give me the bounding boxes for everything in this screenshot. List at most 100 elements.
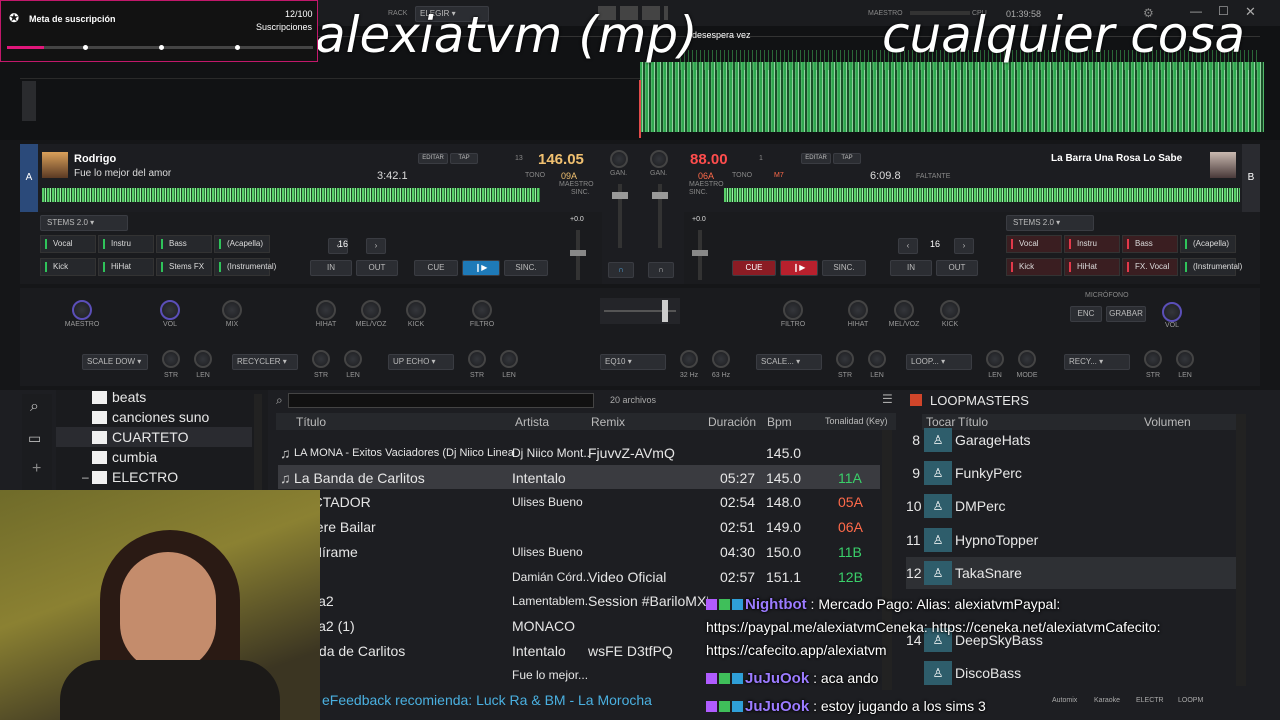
deck-a-sync-button[interactable]: SINC.: [504, 260, 548, 276]
deck-a-out-button[interactable]: OUT: [356, 260, 398, 276]
deck-a-eq-knob-2[interactable]: [406, 300, 426, 320]
volume-a-handle[interactable]: [612, 192, 628, 199]
deck-b-bpm[interactable]: 88.00: [690, 151, 728, 168]
gain-b-knob[interactable]: [650, 150, 668, 168]
fx-row3-knob-0-1[interactable]: [194, 350, 212, 368]
deck-b-pitch-handle[interactable]: [692, 250, 708, 256]
deck-a-play-button[interactable]: ❙▶: [462, 260, 500, 276]
deck-b-stem-6[interactable]: FX. Vocal: [1122, 258, 1178, 276]
fx-knob-0[interactable]: [72, 300, 92, 320]
deck-b-eq-knob-0[interactable]: [783, 300, 803, 320]
deck-a-stem-4[interactable]: Kick: [40, 258, 96, 276]
gain-a-knob[interactable]: [610, 150, 628, 168]
list-item[interactable]: 12 ♙ TakaSnare: [906, 557, 1236, 589]
fx-row3-knob-2-0[interactable]: [468, 350, 486, 368]
deck-b-cue-button[interactable]: CUE: [732, 260, 776, 276]
fx-row3-knob-3-0[interactable]: [680, 350, 698, 368]
deck-b-key[interactable]: 06A: [698, 171, 714, 181]
deck-b-stem-1[interactable]: Instru: [1064, 235, 1120, 253]
deck-b-stem-4[interactable]: Kick: [1006, 258, 1062, 276]
fx-knob-1[interactable]: [160, 300, 180, 320]
mic-volume-knob[interactable]: [1162, 302, 1182, 322]
deck-a-stem-2[interactable]: Bass: [156, 235, 212, 253]
deck-a-key[interactable]: 09A: [561, 171, 577, 181]
mic-enc-button[interactable]: ENC: [1070, 306, 1102, 322]
fx-select-5[interactable]: LOOP... ▾: [906, 354, 972, 370]
fx-select-3[interactable]: EQ10 ▾: [600, 354, 666, 370]
deck-a-stem-0[interactable]: Vocal: [40, 235, 96, 253]
table-row[interactable]: ra Mírame Ulises Bueno 04:30 150.0 11B: [278, 540, 880, 564]
deck-b-loop-prev[interactable]: ‹: [898, 238, 918, 254]
fx-select-2[interactable]: UP ECHO ▾: [388, 354, 454, 370]
deck-b-stem-0[interactable]: Vocal: [1006, 235, 1062, 253]
deck-b-sync-button[interactable]: SINC.: [822, 260, 866, 276]
list-item[interactable]: 8 ♙ GarageHats: [906, 424, 1236, 456]
bottom-tab-2[interactable]: ELECTR: [1136, 697, 1164, 704]
fx-row3-knob-2-1[interactable]: [500, 350, 518, 368]
fx-knob-2[interactable]: [222, 300, 242, 320]
folder-cuarteto[interactable]: CUARTETO: [92, 427, 189, 447]
crossfader[interactable]: [600, 298, 680, 324]
deck-b-eq-knob-1[interactable]: [848, 300, 868, 320]
bottom-tab-3[interactable]: LOOPM: [1178, 697, 1203, 704]
crossfader-handle[interactable]: [662, 300, 668, 322]
deck-a-eq-knob-0[interactable]: [316, 300, 336, 320]
deck-b-stem-7[interactable]: (Instrumental): [1180, 258, 1242, 276]
loop-play-icon[interactable]: ♙: [924, 561, 952, 585]
deck-a-loop-next[interactable]: ›: [366, 238, 386, 254]
col-remix[interactable]: Remix: [591, 415, 625, 429]
deck-b-letter[interactable]: B: [1242, 144, 1260, 212]
table-row[interactable]: ♫ LA MONA - Exitos Vaciadores (Dj Niico L…: [278, 441, 880, 465]
col-bpm[interactable]: Bpm: [767, 415, 792, 429]
col-duration[interactable]: Duración: [708, 415, 756, 429]
fx-select-6[interactable]: RECY... ▾: [1064, 354, 1130, 370]
deck-a-letter[interactable]: A: [20, 144, 38, 212]
deck-b-out-button[interactable]: OUT: [936, 260, 978, 276]
fx-row3-knob-4-1[interactable]: [868, 350, 886, 368]
folder-icon[interactable]: ▭: [28, 430, 41, 447]
deck-a-edit-button[interactable]: EDITAR: [418, 153, 448, 164]
list-item[interactable]: 9 ♙ FunkyPerc: [906, 457, 1236, 489]
folder-canciones-suno[interactable]: canciones suno: [92, 407, 209, 427]
headphone-b-icon[interactable]: ∩: [648, 262, 674, 278]
overview-zoom-slider[interactable]: [22, 81, 36, 121]
loop-play-icon[interactable]: ♙: [924, 661, 952, 685]
table-row[interactable]: Quiere Bailar 02:51 149.0 06A: [278, 515, 880, 539]
deck-b-eq-knob-2[interactable]: [894, 300, 914, 320]
deck-b-waveform[interactable]: [724, 188, 1240, 202]
deck-b-loop-next[interactable]: ›: [954, 238, 974, 254]
volume-b-handle[interactable]: [652, 192, 668, 199]
deck-a-stem-6[interactable]: Stems FX: [156, 258, 212, 276]
headphone-a-icon[interactable]: ∩: [608, 262, 634, 278]
bottom-tab-0[interactable]: Automix: [1052, 697, 1077, 704]
deck-b-stems-select[interactable]: STEMS 2.0 ▾: [1006, 215, 1094, 231]
fx-row3-knob-1-0[interactable]: [312, 350, 330, 368]
list-view-icon[interactable]: ☰: [882, 392, 893, 406]
fx-row3-knob-6-0[interactable]: [1144, 350, 1162, 368]
deck-b-in-button[interactable]: IN: [890, 260, 932, 276]
col-artist[interactable]: Artista: [515, 415, 549, 429]
folder-electro[interactable]: ELECTRO: [92, 467, 178, 487]
loop-play-icon[interactable]: ♙: [924, 494, 952, 518]
deck-a-bpm[interactable]: 146.05: [538, 151, 584, 168]
loop-play-icon[interactable]: ♙: [924, 461, 952, 485]
col-key[interactable]: Tonalidad (Key): [825, 416, 888, 426]
fx-select-0[interactable]: SCALE DOW ▾: [82, 354, 148, 370]
fx-row3-knob-5-1[interactable]: [1018, 350, 1036, 368]
fx-row3-knob-6-1[interactable]: [1176, 350, 1194, 368]
search-icon[interactable]: ⌕: [30, 398, 39, 416]
fx-row3-knob-0-0[interactable]: [162, 350, 180, 368]
list-item[interactable]: 10 ♙ DMPerc: [906, 490, 1236, 522]
fx-select-4[interactable]: SCALE... ▾: [756, 354, 822, 370]
folder-beats[interactable]: beats: [92, 387, 146, 407]
deck-b-play-button[interactable]: ❙▶: [780, 260, 818, 276]
deck-b-edit-button[interactable]: EDITAR: [801, 153, 831, 164]
deck-a-stem-5[interactable]: HiHat: [98, 258, 154, 276]
deck-b-eq-knob-3[interactable]: [940, 300, 960, 320]
deck-a-stem-3[interactable]: (Acapella): [214, 235, 270, 253]
deck-a-eq-knob-1[interactable]: [361, 300, 381, 320]
loop-play-icon[interactable]: ♙: [924, 528, 952, 552]
table-row[interactable]: TalDamián Córd...Video Oficial 02:57 151.1…: [278, 565, 880, 589]
bottom-tab-1[interactable]: Karaoke: [1094, 697, 1120, 704]
deck-b-stem-2[interactable]: Bass: [1122, 235, 1178, 253]
